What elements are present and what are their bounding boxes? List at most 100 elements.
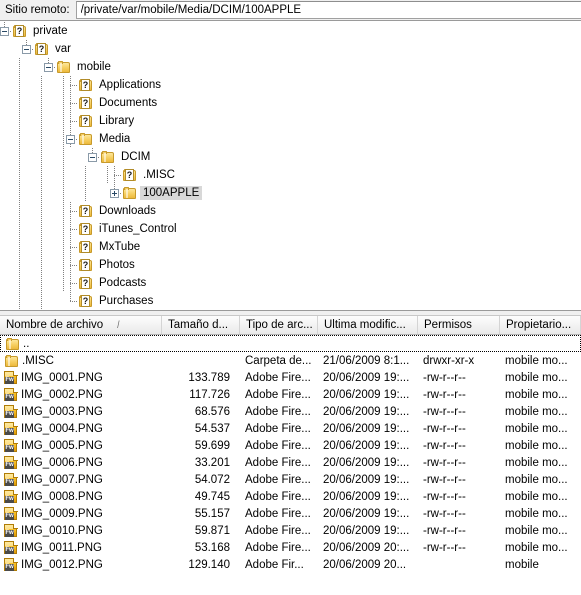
column-header-label: Nombre de archivo — [6, 319, 104, 331]
file-list-body[interactable]: .. .MISC Carpeta de... 21/06/2009 8:1... drw… — [0, 335, 581, 573]
tree-item-purchases[interactable]: ? Purchases — [0, 292, 581, 310]
fireworks-png-icon: Fw — [4, 506, 18, 521]
cell-size: 59.699 — [194, 439, 230, 452]
tree-collapse-icon[interactable] — [0, 27, 9, 36]
file-list-row[interactable]: Fw IMG_0010.PNG 59.871 Adobe Fire... 20/06/2… — [0, 522, 581, 539]
file-list-row[interactable]: Fw IMG_0004.PNG 54.537 Adobe Fire... 20/06/2… — [0, 420, 581, 437]
tree-item-label: Podcasts — [99, 277, 147, 289]
tree-item-label: .MISC — [143, 169, 175, 181]
cell-name: Fw IMG_0001.PNG — [0, 370, 162, 385]
tree-item-applications[interactable]: ? Applications — [0, 76, 581, 94]
folder-unknown-icon: ? — [12, 24, 27, 38]
tree-item-itunes_control[interactable]: ? iTunes_Control — [0, 220, 581, 238]
file-list-row[interactable]: Fw IMG_0008.PNG 49.745 Adobe Fire... 20/06/2… — [0, 488, 581, 505]
fireworks-png-icon: Fw — [4, 557, 18, 572]
tree-item-100apple[interactable]: 100APPLE — [0, 184, 581, 202]
tree-item-dot-misc[interactable]: ? .MISC — [0, 166, 581, 184]
tree-item-downloads[interactable]: ? Downloads — [0, 202, 581, 220]
column-header-1[interactable]: Tamaño d... — [162, 316, 240, 334]
file-list-row[interactable]: Fw IMG_0003.PNG 68.576 Adobe Fire... 20/06/2… — [0, 403, 581, 420]
cell-type: Adobe Fire... — [245, 388, 311, 401]
folder-icon — [100, 150, 115, 164]
tree-item-dcim[interactable]: DCIM — [0, 148, 581, 166]
file-name-label: IMG_0002.PNG — [21, 388, 103, 401]
cell-owner: mobile mo... — [505, 439, 568, 452]
cell-modified: 20/06/2009 19:... — [323, 371, 410, 384]
sort-indicator-icon: / — [117, 319, 120, 331]
cell-permissions: -rw-r--r-- — [423, 439, 466, 452]
file-name-label: IMG_0008.PNG — [21, 490, 103, 503]
tree-collapse-icon[interactable] — [44, 63, 53, 72]
cell-size: 68.576 — [194, 405, 230, 418]
remote-directory-tree[interactable]: ? private? var mobile? Applications? Document… — [0, 22, 581, 310]
file-list-row[interactable]: Fw IMG_0012.PNG 129.140 Adobe Fir... 20/06/2… — [0, 556, 581, 573]
cell-modified: 20/06/2009 19:... — [323, 388, 410, 401]
cell-type: Adobe Fire... — [245, 507, 311, 520]
cell-size: 133.789 — [188, 371, 230, 384]
cell-type: Adobe Fire... — [245, 456, 311, 469]
cell-name: Fw IMG_0012.PNG — [0, 557, 162, 572]
file-name-label: .MISC — [22, 354, 54, 367]
cell-size: 49.745 — [194, 490, 230, 503]
fireworks-png-icon: Fw — [4, 455, 18, 470]
cell-permissions: -rw-r--r-- — [423, 456, 466, 469]
cell-name: Fw IMG_0008.PNG — [0, 489, 162, 504]
file-name-label: IMG_0004.PNG — [21, 422, 103, 435]
file-list-row[interactable]: Fw IMG_0011.PNG 53.168 Adobe Fire... 20/06/2… — [0, 539, 581, 556]
cell-name: Fw IMG_0004.PNG — [0, 421, 162, 436]
file-list-row[interactable]: Fw IMG_0006.PNG 33.201 Adobe Fire... 20/06/2… — [0, 454, 581, 471]
cell-name: Fw IMG_0010.PNG — [0, 523, 162, 538]
tree-collapse-icon[interactable] — [66, 135, 75, 144]
file-list-row[interactable]: Fw IMG_0002.PNG 117.726 Adobe Fire... 20/06/… — [0, 386, 581, 403]
tree-item-photos[interactable]: ? Photos — [0, 256, 581, 274]
cell-size: 55.157 — [194, 507, 230, 520]
column-header-label: Tamaño d... — [168, 319, 229, 331]
remote-path-field[interactable] — [75, 1, 581, 19]
cell-permissions: drwxr-xr-x — [423, 354, 475, 367]
cell-name: Fw IMG_0007.PNG — [0, 472, 162, 487]
remote-file-list-pane[interactable]: Nombre de archivo / Tamaño d... Tipo de arc… — [0, 316, 581, 595]
folder-unknown-icon: ? — [78, 96, 93, 110]
cell-type: Adobe Fire... — [245, 439, 311, 452]
tree-item-mxtube[interactable]: ? MxTube — [0, 238, 581, 256]
tree-expand-icon[interactable] — [110, 189, 119, 198]
column-header-0[interactable]: Nombre de archivo / — [0, 316, 162, 334]
tree-collapse-icon[interactable] — [88, 153, 97, 162]
column-header-label: Ultima modific... — [324, 319, 406, 331]
tree-item-var[interactable]: ? var — [0, 40, 581, 58]
cell-owner: mobile mo... — [505, 388, 568, 401]
cell-name: Fw IMG_0009.PNG — [0, 506, 162, 521]
tree-item-library[interactable]: ? Library — [0, 112, 581, 130]
file-list-row[interactable]: Fw IMG_0005.PNG 59.699 Adobe Fire... 20/06/2… — [0, 437, 581, 454]
file-list-row[interactable]: Fw IMG_0009.PNG 55.157 Adobe Fire... 20/06/2… — [0, 505, 581, 522]
cell-name: Fw IMG_0005.PNG — [0, 438, 162, 453]
cell-name: Fw IMG_0002.PNG — [0, 387, 162, 402]
file-list-row[interactable]: .MISC Carpeta de... 21/06/2009 8:1... drwxr… — [0, 352, 581, 369]
tree-item-label: Media — [99, 133, 131, 145]
tree-item-media[interactable]: Media — [0, 130, 581, 148]
cell-permissions: -rw-r--r-- — [423, 405, 466, 418]
file-list-row[interactable]: .. — [0, 335, 581, 352]
folder-unknown-icon: ? — [78, 222, 93, 236]
tree-item-documents[interactable]: ? Documents — [0, 94, 581, 112]
file-list-row[interactable]: Fw IMG_0007.PNG 54.072 Adobe Fire... 20/06/2… — [0, 471, 581, 488]
tree-item-private[interactable]: ? private — [0, 22, 581, 40]
column-header-3[interactable]: Ultima modific... — [318, 316, 418, 334]
tree-collapse-icon[interactable] — [22, 45, 31, 54]
fireworks-png-icon: Fw — [4, 387, 18, 402]
cell-size: 129.140 — [188, 558, 230, 571]
column-header-4[interactable]: Permisos — [418, 316, 500, 334]
column-header-5[interactable]: Propietario... — [500, 316, 581, 334]
file-name-label: IMG_0003.PNG — [21, 405, 103, 418]
tree-item-mobile[interactable]: mobile — [0, 58, 581, 76]
tree-item-label: MxTube — [99, 241, 141, 253]
file-name-label: .. — [23, 337, 30, 350]
file-list-row[interactable]: Fw IMG_0001.PNG 133.789 Adobe Fire... 20/06/… — [0, 369, 581, 386]
cell-type: Adobe Fir... — [245, 558, 304, 571]
tree-item-podcasts[interactable]: ? Podcasts — [0, 274, 581, 292]
remote-path-input[interactable] — [76, 4, 581, 16]
cell-permissions: -rw-r--r-- — [423, 524, 466, 537]
column-header-2[interactable]: Tipo de arc... — [240, 316, 318, 334]
file-list-header[interactable]: Nombre de archivo / Tamaño d... Tipo de arc… — [0, 316, 581, 335]
cell-name: .MISC — [0, 354, 162, 368]
